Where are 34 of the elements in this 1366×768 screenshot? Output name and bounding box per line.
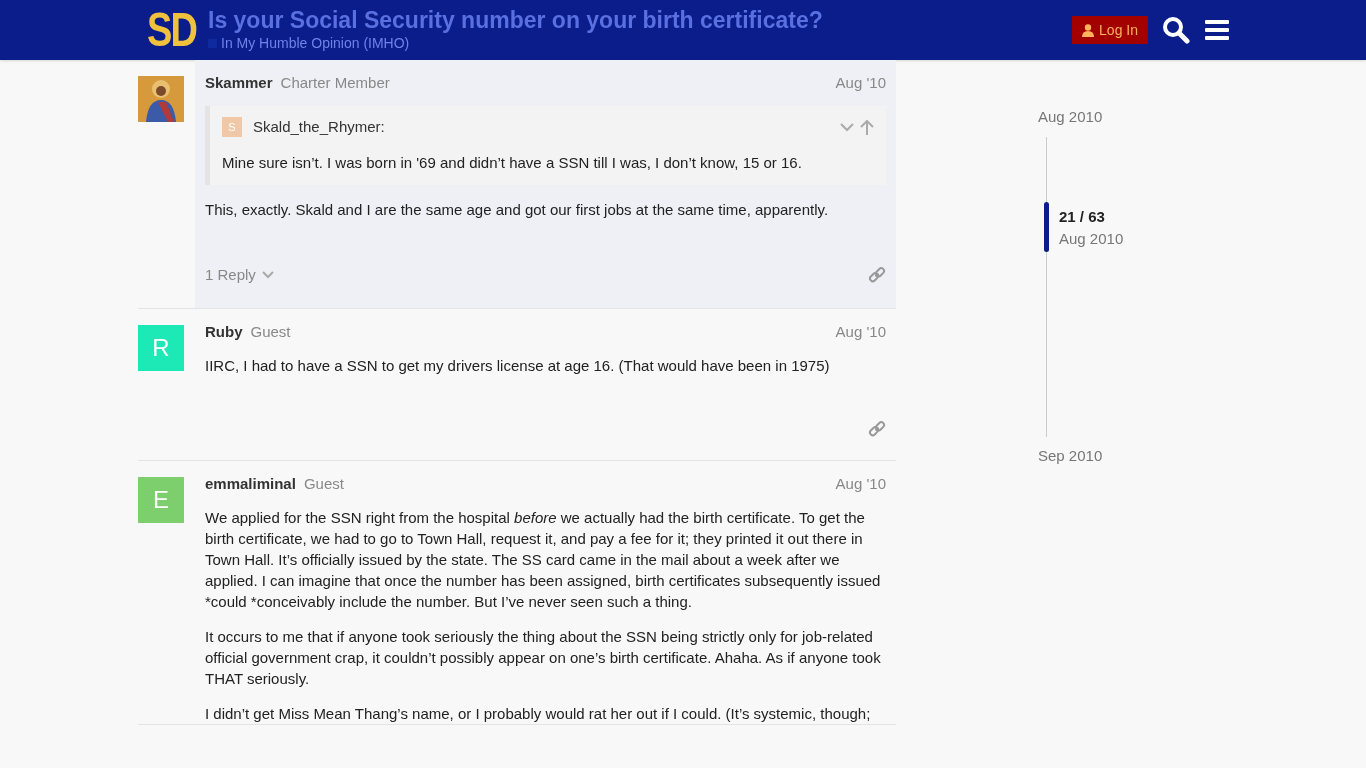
user-title: Charter Member — [280, 74, 390, 92]
timeline-start-date[interactable]: Aug 2010 — [1038, 106, 1238, 129]
post-date[interactable]: Aug '10 — [835, 323, 886, 341]
post-paragraph: This, exactly. Skald and I are the same age and got our first jobs at the same time, apparently. — [205, 199, 830, 220]
quote-avatar: S — [222, 117, 242, 138]
post-date[interactable]: Aug '10 — [835, 475, 886, 493]
user-title: Guest — [250, 323, 291, 341]
user-icon — [1082, 23, 1095, 37]
username[interactable]: emmaliminal — [205, 475, 296, 493]
username[interactable]: Ruby — [205, 323, 243, 341]
post-paragraph: It occurs to me that if anyone took seriously the thing about the SSN being strictly only for job-related official government crap, it couldn’t possibly appear on one’s birth certificate. Ahaha. As if anyone took THAT seriously. — [205, 627, 882, 689]
link-icon[interactable] — [868, 265, 886, 284]
user-title: Guest — [303, 475, 344, 493]
login-button[interactable]: Log In — [1072, 16, 1148, 44]
chevron-down-icon — [261, 270, 274, 279]
site-logo[interactable]: SD — [147, 6, 196, 54]
menu-icon[interactable] — [1205, 19, 1229, 41]
quote-text: Mine sure isn’t. I was born in '69 and didn’t have a SSN till I was, I don’t know, 15 or 16. — [222, 152, 803, 173]
post-paragraph: We applied for the SSN right from the hospital before we actually had the birth certificate. To get the birth certificate, we had to go to Town Hall, request it, and pay a fee for it; they printed it out there in Town Hall. It’s officially issued by the state. The SS card came in the mail about a week after we applied. I can imagine that once the number has been assigned, birth certificates subsequently issued *could *conceivably include the number. But I’ve never seen such a thing. — [205, 508, 882, 612]
search-icon[interactable] — [1162, 16, 1190, 44]
replies-button[interactable]: 1 Reply — [205, 263, 274, 286]
category-link[interactable]: In My Humble Opinion (IMHO) — [221, 32, 410, 54]
post-date[interactable]: Aug '10 — [835, 74, 886, 92]
avatar-picture[interactable] — [138, 76, 184, 122]
post-position: 21 / 63 — [1059, 206, 1106, 227]
topic-title[interactable]: Is your Social Security number on your birth certificate? — [208, 6, 1073, 33]
timeline-handle[interactable] — [1044, 201, 1049, 252]
post-paragraph: I didn’t get Miss Mean Thang’s name, or I probably would rat her out if I could. (It’s systemic, though; — [205, 704, 872, 724]
timeline-end-date[interactable]: Sep 2010 — [1038, 444, 1238, 467]
username[interactable]: Skammer — [205, 74, 273, 92]
link-icon[interactable] — [868, 420, 886, 438]
quote-author: Skald_the_Rhymer: — [253, 117, 385, 137]
position-date: Aug 2010 — [1059, 229, 1124, 249]
post-paragraph: IIRC, I had to have a SSN to get my drivers license at age 16. (That would have been in 1975) — [205, 356, 831, 376]
